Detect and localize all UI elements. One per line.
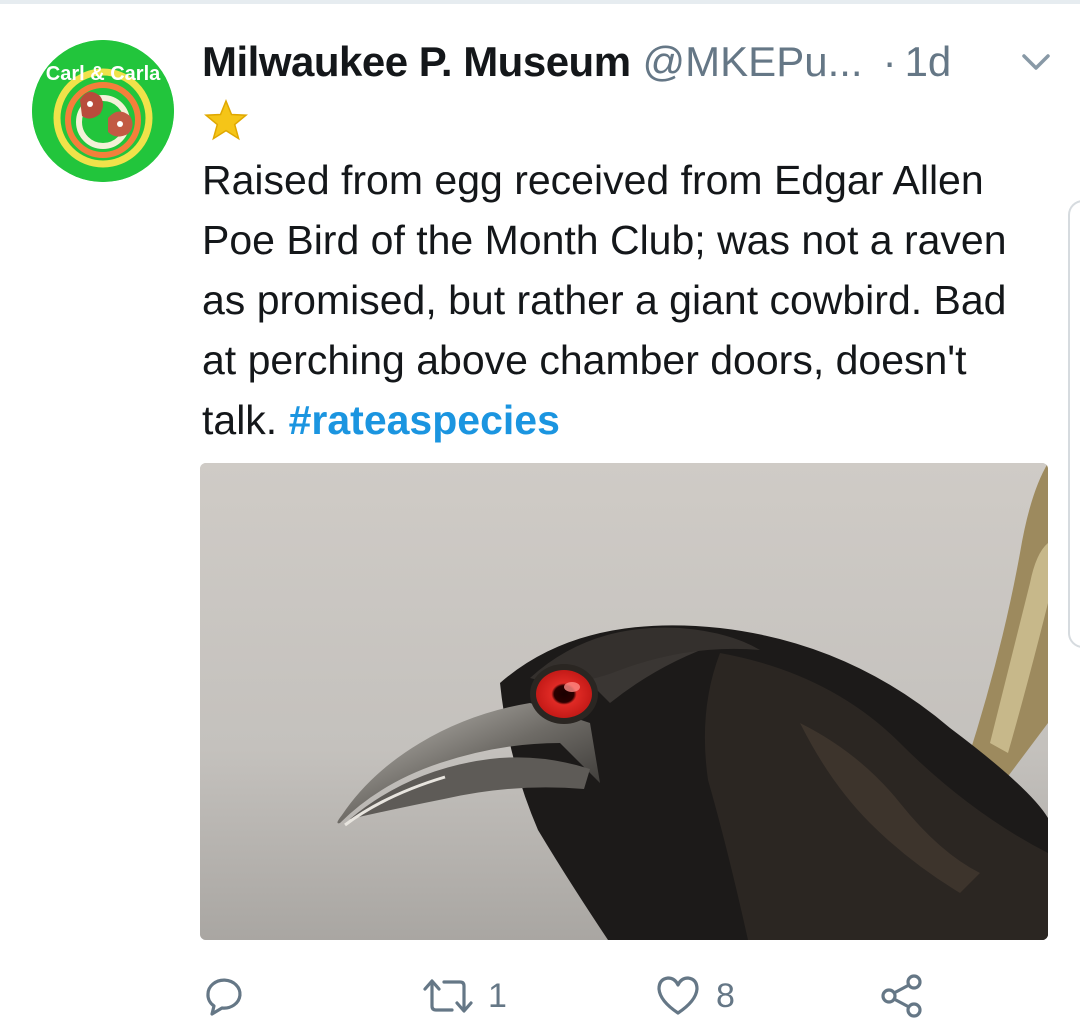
reply-icon xyxy=(200,972,248,1020)
heart-icon xyxy=(654,972,702,1020)
avatar-text: Carl & Carla xyxy=(46,63,161,85)
top-divider xyxy=(0,0,1080,4)
timestamp[interactable]: 1d xyxy=(905,38,952,86)
retweet-count: 1 xyxy=(488,976,507,1015)
like-button[interactable]: 8 xyxy=(654,964,735,1028)
avatar[interactable]: Carl & Carla xyxy=(32,40,174,182)
tweet-text: Raised from egg received from Edgar Alle… xyxy=(202,150,1052,450)
star-icon xyxy=(204,99,248,141)
cowbird-photo xyxy=(200,463,1048,940)
retweet-icon xyxy=(422,972,474,1020)
side-panel-edge xyxy=(1068,200,1080,648)
avatar-logo-image: Carl & Carla xyxy=(32,40,174,182)
tweet-header: Milwaukee P. Museum @MKEPu... · 1d xyxy=(202,34,1062,90)
share-button[interactable] xyxy=(878,964,940,1028)
hashtag-link[interactable]: #rateaspecies xyxy=(289,397,560,443)
reply-button[interactable] xyxy=(200,964,262,1028)
like-count: 8 xyxy=(716,976,735,1015)
tweet-actions: 1 8 xyxy=(200,964,1060,1028)
share-icon xyxy=(878,972,926,1020)
retweet-button[interactable]: 1 xyxy=(422,964,507,1028)
display-name[interactable]: Milwaukee P. Museum xyxy=(202,38,631,86)
separator-dot: · xyxy=(882,38,897,85)
user-handle[interactable]: @MKEPu... xyxy=(643,38,863,86)
tweet-photo[interactable] xyxy=(200,463,1048,940)
chevron-down-icon[interactable] xyxy=(1018,48,1054,76)
